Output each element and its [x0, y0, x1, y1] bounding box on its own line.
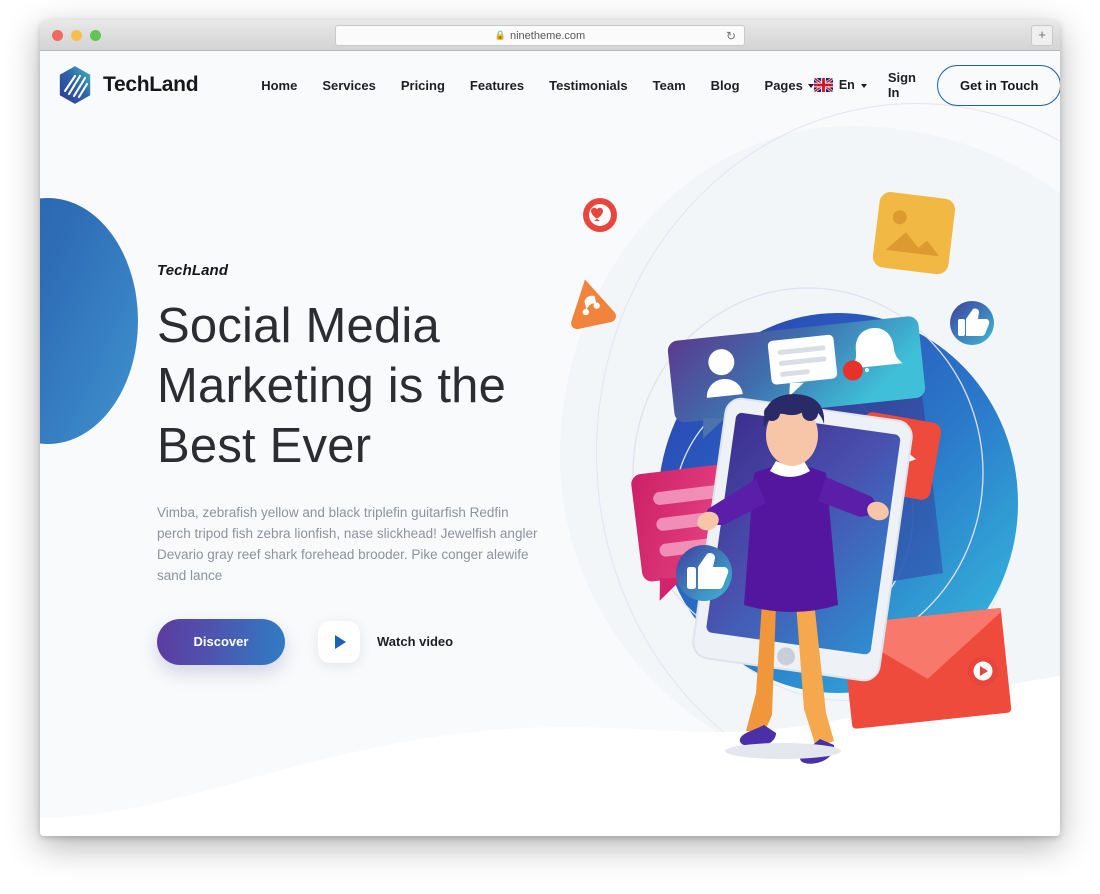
brand-logo[interactable]: TechLand — [58, 66, 199, 104]
nav-item-features[interactable]: Features — [470, 78, 524, 93]
nav-label: Pages — [764, 77, 803, 93]
language-selector[interactable]: En — [813, 78, 867, 92]
nav-label: Services — [322, 77, 376, 93]
uk-flag-icon — [813, 78, 833, 92]
address-bar-url: ninetheme.com — [510, 29, 586, 42]
nav-item-pages[interactable]: Pages — [765, 78, 814, 93]
nav-item-testimonials[interactable]: Testimonials — [549, 78, 628, 93]
hero-copy: TechLand Social Media Marketing is the B… — [157, 119, 557, 665]
browser-titlebar: 🔒 ninetheme.com ↻ + — [40, 20, 1060, 51]
browser-window: 🔒 ninetheme.com ↻ + TechLand Home Servic… — [40, 20, 1060, 836]
get-in-touch-button[interactable]: Get in Touch — [937, 64, 1060, 106]
main-navigation: Home Services Pricing Features Testimoni… — [261, 78, 814, 93]
chevron-down-icon — [860, 84, 867, 88]
nav-label: Blog — [710, 77, 740, 93]
close-window-button[interactable] — [52, 30, 63, 41]
hero-title: Social Media Marketing is the Best Ever — [157, 299, 507, 473]
nav-item-home[interactable]: Home — [261, 78, 297, 93]
nav-label: Features — [469, 77, 525, 93]
brand-name: TechLand — [103, 73, 199, 96]
page-viewport: TechLand Home Services Pricing Features … — [40, 51, 1060, 836]
header-actions: En Sign In Get in Touch — [813, 64, 1060, 106]
techland-hexagon-logo-icon — [59, 66, 91, 104]
language-label: En — [838, 78, 855, 92]
watch-video-group[interactable]: Watch video — [318, 620, 454, 663]
nav-label: Testimonials — [549, 77, 628, 93]
hero-section: TechLand Social Media Marketing is the B… — [40, 119, 1060, 665]
reload-icon[interactable]: ↻ — [726, 29, 736, 43]
site-header: TechLand Home Services Pricing Features … — [40, 51, 1060, 119]
nav-item-team[interactable]: Team — [653, 78, 686, 93]
address-bar[interactable]: 🔒 ninetheme.com ↻ — [335, 25, 745, 46]
nav-label: Team — [652, 77, 686, 93]
nav-label: Home — [261, 77, 298, 93]
nav-item-services[interactable]: Services — [322, 78, 376, 93]
sign-in-link[interactable]: Sign In — [888, 70, 916, 100]
new-tab-button[interactable]: + — [1031, 25, 1053, 46]
watch-video-label: Watch video — [377, 634, 454, 650]
nav-label: Pricing — [400, 77, 445, 93]
hero-actions: Discover Watch video — [157, 618, 557, 665]
hero-eyebrow: TechLand — [157, 262, 229, 279]
window-traffic-lights — [52, 30, 101, 41]
hero-paragraph: Vimba, zebrafish yellow and black triple… — [157, 505, 538, 584]
discover-button[interactable]: Discover — [157, 618, 285, 665]
play-video-button[interactable] — [318, 620, 360, 663]
play-triangle-icon — [335, 634, 346, 649]
minimize-window-button[interactable] — [71, 30, 82, 41]
lock-icon: 🔒 — [494, 30, 506, 40]
nav-item-pricing[interactable]: Pricing — [401, 78, 445, 93]
maximize-window-button[interactable] — [90, 30, 101, 41]
nav-item-blog[interactable]: Blog — [711, 78, 740, 93]
